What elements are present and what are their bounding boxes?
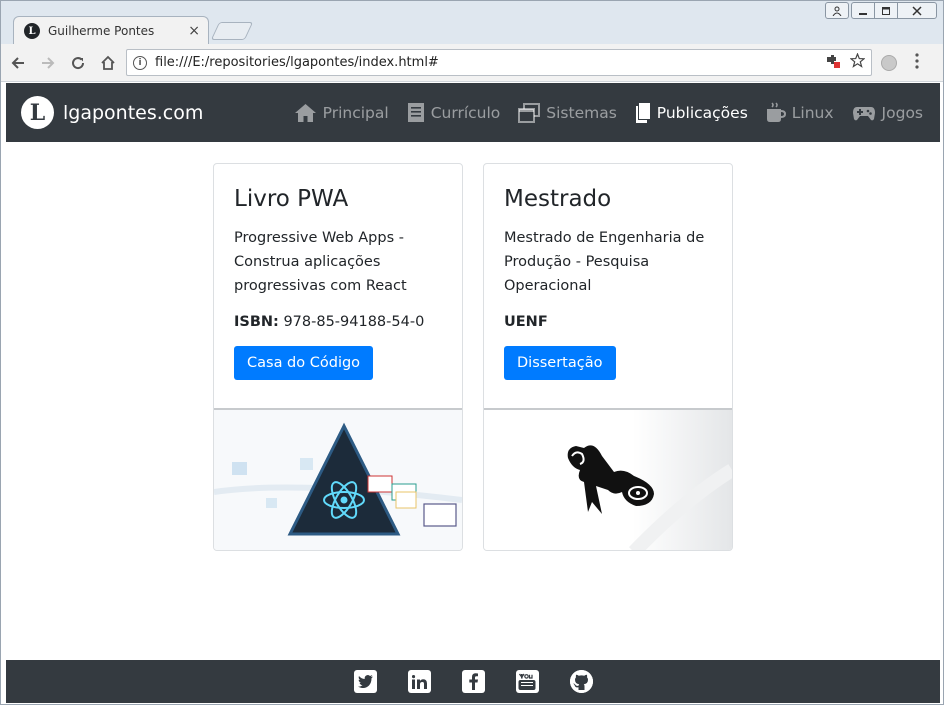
extension-icon[interactable] [881,55,897,71]
isbn-value: 978-85-94188-54-0 [283,314,425,330]
coffee-icon [766,102,786,122]
extension-blocked-icon[interactable] [825,53,840,72]
address-bar[interactable]: i file:///E:/repositories/lgapontes/inde… [126,49,872,76]
card-institution: UENF [504,314,712,330]
new-tab-button[interactable] [210,22,254,40]
nav-link-label: Currículo [430,103,501,122]
card-isbn: ISBN: 978-85-94188-54-0 [234,314,442,330]
nav-link-sistemas[interactable]: Sistemas [518,102,617,123]
card-text: Mestrado de Engenharia de Produção - Pes… [504,230,705,294]
nav-link-label: Linux [791,103,834,122]
home-button-icon[interactable] [95,50,121,76]
reload-icon[interactable] [65,50,91,76]
linkedin-icon[interactable] [407,670,431,693]
card-text: Progressive Web Apps - Construa aplicaçõ… [234,230,407,294]
nav-link-label: Principal [322,103,389,122]
browser-window: L Guilherme Pontes × i file:///E:/reposi… [0,0,944,705]
nav-link-linux[interactable]: Linux [766,102,834,123]
browser-toolbar: i file:///E:/repositories/lgapontes/inde… [1,44,943,82]
diploma-scroll-image[interactable] [484,408,732,550]
casa-do-codigo-button[interactable]: Casa do Código [234,346,374,380]
publication-card-pwa: Livro PWA Progressive Web Apps - Constru… [213,163,463,551]
page: L lgapontes.com Principal Currículo Sist… [6,83,940,703]
brand-link[interactable]: L lgapontes.com [21,96,203,129]
github-icon[interactable] [569,670,593,693]
window-controls [825,2,937,19]
windows-icon [518,102,541,123]
browser-tab[interactable]: L Guilherme Pontes × [13,16,209,45]
card-body: Livro PWA Progressive Web Apps - Constru… [214,164,462,410]
forward-arrow-icon[interactable] [35,50,61,76]
card-body: Mestrado Mestrado de Engenharia de Produ… [484,164,732,410]
footer [6,660,940,703]
star-icon[interactable] [849,52,866,72]
nav-link-jogos[interactable]: Jogos [852,104,923,122]
dissertacao-button[interactable]: Dissertação [504,346,616,380]
kebab-menu-icon[interactable] [915,53,919,72]
info-icon[interactable]: i [133,55,147,70]
navbar: L lgapontes.com Principal Currículo Sist… [6,83,940,142]
isbn-label: ISBN: [234,314,279,330]
nav-link-label: Publicações [656,103,748,122]
close-window-icon[interactable] [897,2,937,19]
brand-logo: L [21,96,54,129]
nav-link-curriculo[interactable]: Currículo [407,102,501,123]
tab-close-icon[interactable]: × [188,23,200,39]
restore-icon[interactable] [874,2,898,19]
document-icon [407,103,424,122]
url-text: file:///E:/repositories/lgapontes/index.… [155,55,439,70]
book-icon [635,102,650,123]
nav-link-principal[interactable]: Principal [294,103,389,123]
nav-link-label: Jogos [881,103,923,122]
tab-strip: L Guilherme Pontes × [1,1,943,45]
home-icon [294,103,316,122]
favicon-icon: L [24,23,40,39]
react-pwa-cover-image[interactable] [214,408,462,550]
card-title: Livro PWA [234,186,349,212]
tab-title: Guilherme Pontes [48,24,155,38]
youtube-icon[interactable] [515,670,539,693]
profile-icon[interactable] [825,2,849,19]
main-content: Livro PWA Progressive Web Apps - Constru… [6,142,940,660]
twitter-icon[interactable] [353,670,377,693]
nav-link-publicacoes[interactable]: Publicações [635,102,748,124]
gamepad-icon [852,106,875,120]
nav-link-label: Sistemas [546,103,617,122]
nav-links: Principal Currículo Sistemas Publicações… [276,83,923,142]
back-arrow-icon[interactable] [5,50,31,76]
minimize-icon[interactable] [851,2,875,19]
publication-card-mestrado: Mestrado Mestrado de Engenharia de Produ… [483,163,733,551]
facebook-icon[interactable] [461,670,485,693]
card-title: Mestrado [504,186,612,212]
brand-text: lgapontes.com [63,101,204,124]
institution-label: UENF [504,314,548,330]
